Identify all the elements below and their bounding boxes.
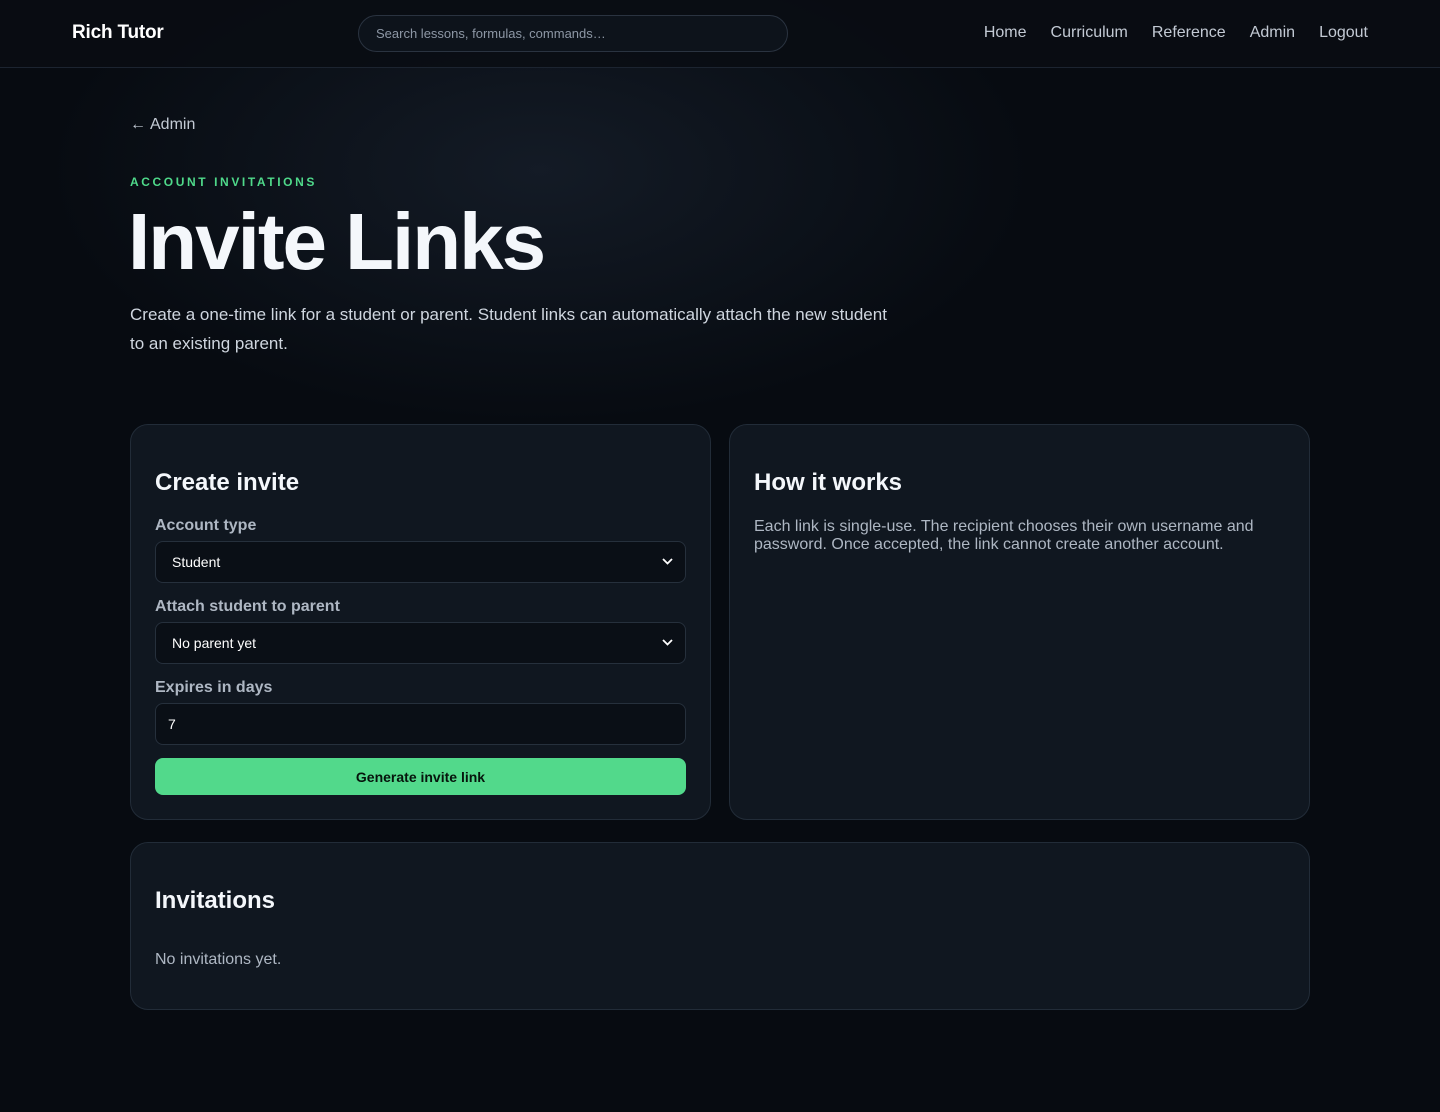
back-to-admin-link[interactable]: ← Admin [130, 116, 195, 134]
page-description: Create a one-time link for a student or … [130, 305, 887, 353]
expires-label: Expires in days [155, 679, 273, 696]
invitations-empty-state: No invitations yet. [155, 951, 282, 968]
nav-reference[interactable]: Reference [1152, 24, 1226, 42]
chevron-down-icon [662, 637, 673, 649]
nav-logout[interactable]: Logout [1319, 24, 1368, 42]
create-invite-card: Create invite Account type Student Attac… [130, 424, 711, 820]
generate-invite-button[interactable]: Generate invite link [155, 758, 686, 795]
search-input[interactable] [358, 15, 788, 52]
invitations-card: Invitations No invitations yet. [130, 842, 1310, 1010]
back-link-label: Admin [150, 116, 196, 133]
parent-select[interactable]: No parent yet [155, 622, 686, 664]
brand-logo[interactable]: Rich Tutor [72, 22, 164, 44]
account-type-select[interactable]: Student [155, 541, 686, 583]
nav-admin[interactable]: Admin [1250, 24, 1295, 42]
arrow-left-icon: ← [130, 116, 146, 133]
nav-home[interactable]: Home [984, 24, 1027, 42]
account-type-value: Student [172, 554, 221, 570]
parent-label: Attach student to parent [155, 598, 340, 615]
chevron-down-icon [662, 556, 673, 568]
top-navigation-bar: Rich Tutor Home Curriculum Reference Adm… [0, 0, 1440, 68]
expires-days-input[interactable]: 7 [155, 703, 686, 745]
page-eyebrow: ACCOUNT INVITATIONS [130, 175, 317, 189]
nav-curriculum[interactable]: Curriculum [1051, 24, 1128, 42]
create-invite-heading: Create invite [155, 469, 300, 496]
invitations-heading: Invitations [155, 887, 276, 914]
account-type-label: Account type [155, 517, 257, 534]
how-it-works-text: Each link is single-use. The recipient c… [754, 518, 1254, 553]
how-it-works-card: How it works Each link is single-use. Th… [729, 424, 1310, 820]
how-it-works-heading: How it works [754, 469, 903, 496]
main-nav: Home Curriculum Reference Admin Logout [984, 24, 1368, 42]
expires-days-value: 7 [168, 716, 176, 732]
page-title: Invite Links [128, 197, 546, 286]
parent-value: No parent yet [172, 635, 257, 651]
